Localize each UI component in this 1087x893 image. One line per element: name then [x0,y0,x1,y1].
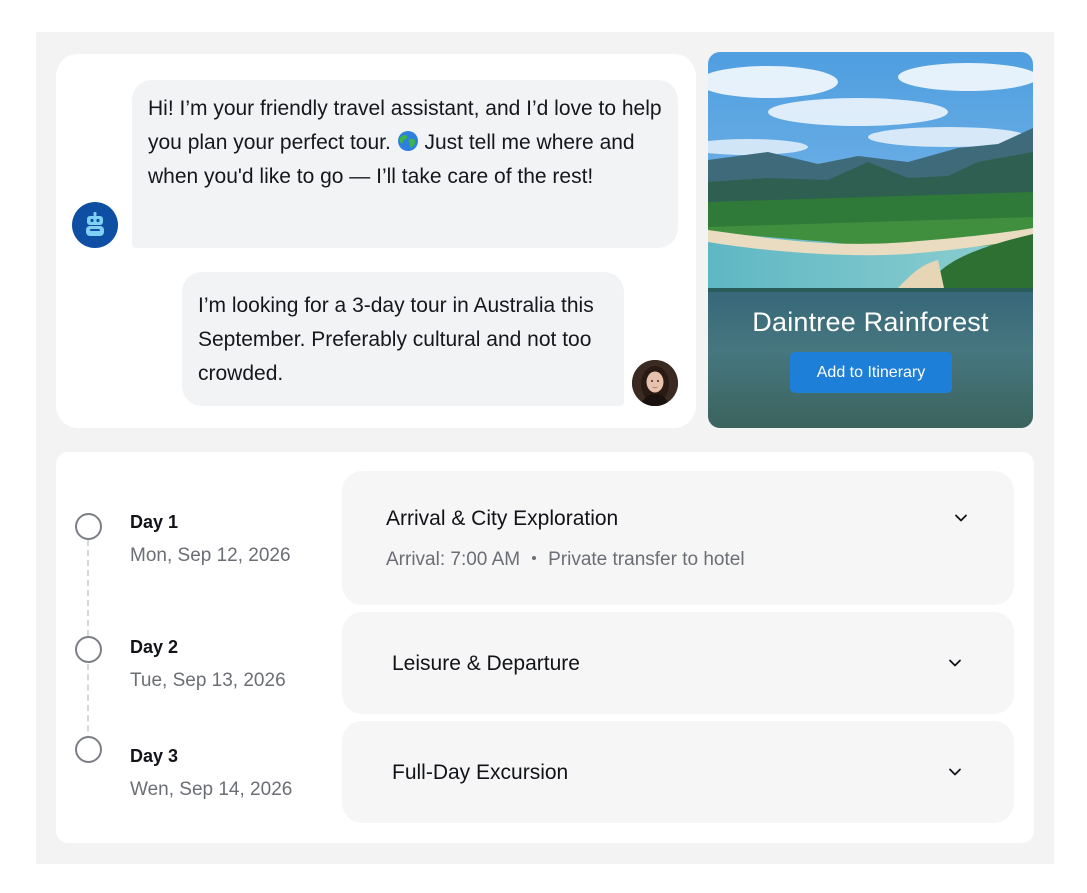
destination-card: Daintree Rainforest Add to Itinerary [708,52,1033,428]
timeline-dot-day-2 [75,636,102,663]
bot-message-bubble: Hi! I’m your friendly travel assistant, … [132,80,678,248]
timeline-connector [87,540,89,636]
add-to-itinerary-button[interactable]: Add to Itinerary [790,352,952,393]
chevron-down-icon[interactable] [948,765,962,779]
itinerary-panel: Day 1 Mon, Sep 12, 2026 Day 2 Tue, Sep 1… [56,452,1034,843]
bot-avatar [72,202,118,248]
day-1-accordion[interactable]: Arrival & City Exploration Arrival: 7:00… [342,471,1014,605]
day-date: Wen, Sep 14, 2026 [130,779,293,800]
day-date: Tue, Sep 13, 2026 [130,670,286,691]
destination-title: Daintree Rainforest [752,307,989,337]
timeline-dot-day-1 [75,513,102,540]
transfer-info: Private transfer to hotel [548,549,745,570]
user-photo [632,360,678,406]
day-1-title: Arrival & City Exploration [386,507,619,530]
user-avatar [632,360,678,406]
timeline-dot-day-3 [75,736,102,763]
robot-icon [86,212,104,236]
day-label: Day 2 [130,637,179,657]
day-3-accordion[interactable]: Full-Day Excursion [342,721,1014,823]
day-label: Day 3 [130,746,179,766]
day-date: Mon, Sep 12, 2026 [130,545,291,566]
globe-icon [397,131,418,151]
chevron-down-icon[interactable] [954,511,968,525]
chat-panel: Hi! I’m your friendly travel assistant, … [56,54,696,428]
day-2-title: Leisure & Departure [392,652,580,675]
user-message-text: I’m looking for a 3-day tour in Australi… [198,294,594,385]
day-2-accordion[interactable]: Leisure & Departure [342,612,1014,714]
day-1-details: Arrival: 7:00 AM Private transfer to hote… [386,549,745,571]
chevron-down-icon[interactable] [948,656,962,670]
day-label: Day 1 [130,512,179,532]
day-3-title: Full-Day Excursion [392,761,569,784]
user-message-bubble: I’m looking for a 3-day tour in Australi… [182,272,624,406]
arrival-time: Arrival: 7:00 AM [386,549,521,570]
separator-dot [532,556,537,560]
